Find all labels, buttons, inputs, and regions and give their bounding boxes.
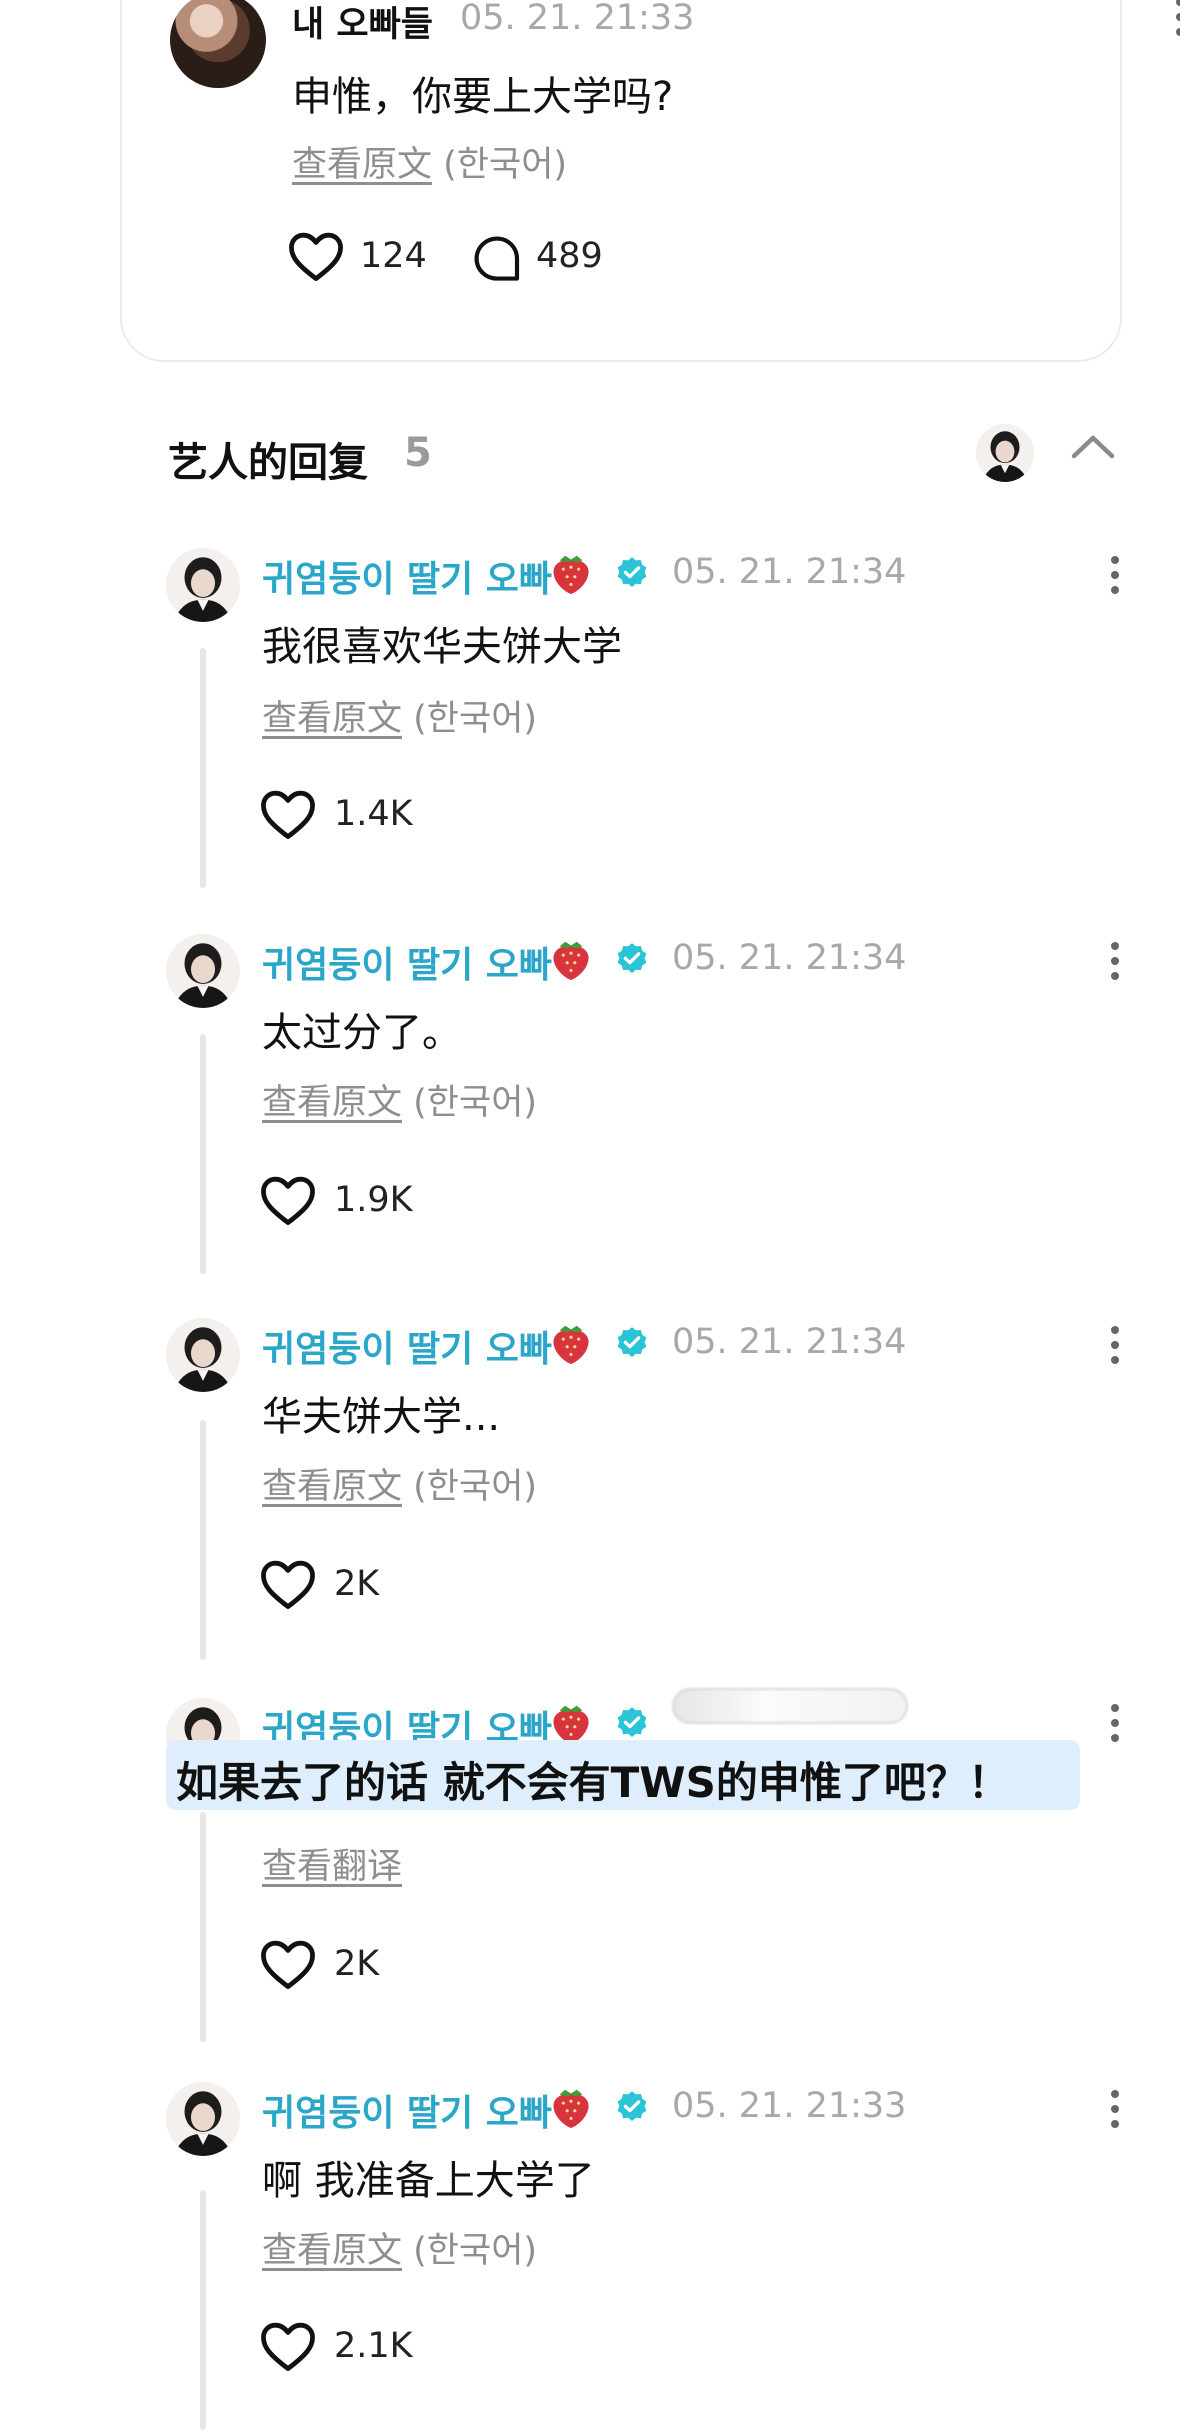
reply-author-avatar[interactable] [166, 1318, 240, 1392]
post-comment-count: 489 [536, 236, 603, 276]
artist-avatar[interactable] [976, 424, 1034, 482]
blurred-timestamp [672, 1688, 908, 1724]
thread-line [200, 1034, 206, 1274]
heart-icon[interactable] [260, 2322, 316, 2372]
heart-icon[interactable] [260, 1940, 316, 1990]
verified-badge-icon [617, 1707, 647, 1737]
see-original-link[interactable]: 查看原文 [292, 145, 432, 185]
see-translation-link[interactable]: 查看翻译 [262, 1847, 402, 1887]
reply-author-avatar[interactable] [166, 934, 240, 1008]
reply-like-count: 2K [334, 1564, 380, 1604]
reply-author-name[interactable]: 귀염둥이 딸기 오빠 [262, 2084, 552, 2136]
reply-like-count: 1.9K [334, 1180, 413, 1220]
reply-language-label: (한국어) [413, 2231, 538, 2271]
see-original-link[interactable]: 查看原文 [262, 2231, 402, 2271]
reply-timestamp: 05. 21. 21:34 [672, 1322, 907, 1362]
reply-author-avatar[interactable] [166, 2082, 240, 2156]
artist-replies-count: 5 [404, 430, 432, 476]
post-author-avatar[interactable] [170, 0, 266, 88]
thread-line [200, 1812, 206, 2042]
reply-text: 我很喜欢华夫饼大学 [262, 624, 622, 670]
heart-icon[interactable] [260, 1560, 316, 1610]
reply-author-name[interactable]: 귀염둥이 딸기 오빠 [262, 550, 552, 602]
reply-text: 如果去了的话 就不会有TWS的申惟了吧？！ [176, 1758, 1010, 1807]
reply-more-options-icon[interactable] [1100, 1322, 1130, 1368]
verified-badge-icon [617, 943, 647, 973]
reply-translation-row: 查看原文 (한국어) [262, 1458, 537, 1509]
post-language-label: (한국어) [443, 145, 568, 185]
verified-badge-icon [617, 557, 647, 587]
reply-timestamp: 05. 21. 21:34 [672, 552, 907, 592]
heart-icon[interactable] [288, 232, 344, 282]
strawberry-icon [553, 941, 589, 981]
reply-author-name[interactable]: 귀염둥이 딸기 오빠 [262, 936, 552, 988]
reply-more-options-icon[interactable] [1100, 1700, 1130, 1746]
reply-timestamp: 05. 21. 21:33 [672, 2086, 907, 2126]
see-original-link[interactable]: 查看原文 [262, 699, 402, 739]
reply-language-label: (한국어) [413, 1467, 538, 1507]
artist-replies-title: 艺人的回复 [168, 440, 368, 486]
reply-like-count: 2.1K [334, 2326, 413, 2366]
post-translation-row: 查看原文 (한국어) [292, 136, 567, 187]
reply-like-count: 1.4K [334, 794, 413, 834]
thread-line [200, 1420, 206, 1660]
reply-more-options-icon[interactable] [1100, 938, 1130, 984]
reply-translation-row: 查看原文 (한국어) [262, 690, 537, 741]
heart-icon[interactable] [260, 1176, 316, 1226]
post-author-name[interactable]: 내 오빠들 [292, 0, 433, 47]
reply-translation-row: 查看翻译 [262, 1838, 402, 1889]
reply-timestamp: 05. 21. 21:34 [672, 938, 907, 978]
reply-like-count: 2K [334, 1944, 380, 1984]
reply-more-options-icon[interactable] [1100, 552, 1130, 598]
comment-icon[interactable] [472, 234, 522, 284]
reply-language-label: (한국어) [413, 1083, 538, 1123]
thread-line [200, 2190, 206, 2430]
reply-more-options-icon[interactable] [1100, 2086, 1130, 2132]
reply-author-name[interactable]: 귀염둥이 딸기 오빠 [262, 1320, 552, 1372]
reply-text: 啊 我准备上大学了 [262, 2158, 595, 2204]
post-text: 申惟，你要上大学吗? [292, 74, 674, 120]
reply-translation-row: 查看原文 (한국어) [262, 1074, 537, 1125]
strawberry-icon [553, 555, 589, 595]
see-original-link[interactable]: 查看原文 [262, 1083, 402, 1123]
original-post-card: 내 오빠들 05. 21. 21:33 申惟，你要上大学吗? 查看原文 (한국어… [120, 0, 1180, 362]
chevron-up-icon[interactable] [1068, 430, 1118, 462]
verified-badge-icon [617, 1327, 647, 1357]
post-more-options-icon[interactable] [1165, 0, 1180, 40]
strawberry-icon [553, 1325, 589, 1365]
strawberry-icon [553, 2089, 589, 2129]
reply-translation-row: 查看原文 (한국어) [262, 2222, 537, 2273]
post-like-count: 124 [360, 236, 427, 276]
heart-icon[interactable] [260, 790, 316, 840]
reply-author-avatar[interactable] [166, 548, 240, 622]
post-timestamp: 05. 21. 21:33 [460, 0, 695, 38]
reply-text: 太过分了。 [262, 1010, 462, 1056]
see-original-link[interactable]: 查看原文 [262, 1467, 402, 1507]
verified-badge-icon [617, 2091, 647, 2121]
reply-language-label: (한국어) [413, 699, 538, 739]
reply-text: 华夫饼大学... [262, 1394, 501, 1440]
strawberry-icon [553, 1705, 589, 1745]
thread-line [200, 648, 206, 888]
